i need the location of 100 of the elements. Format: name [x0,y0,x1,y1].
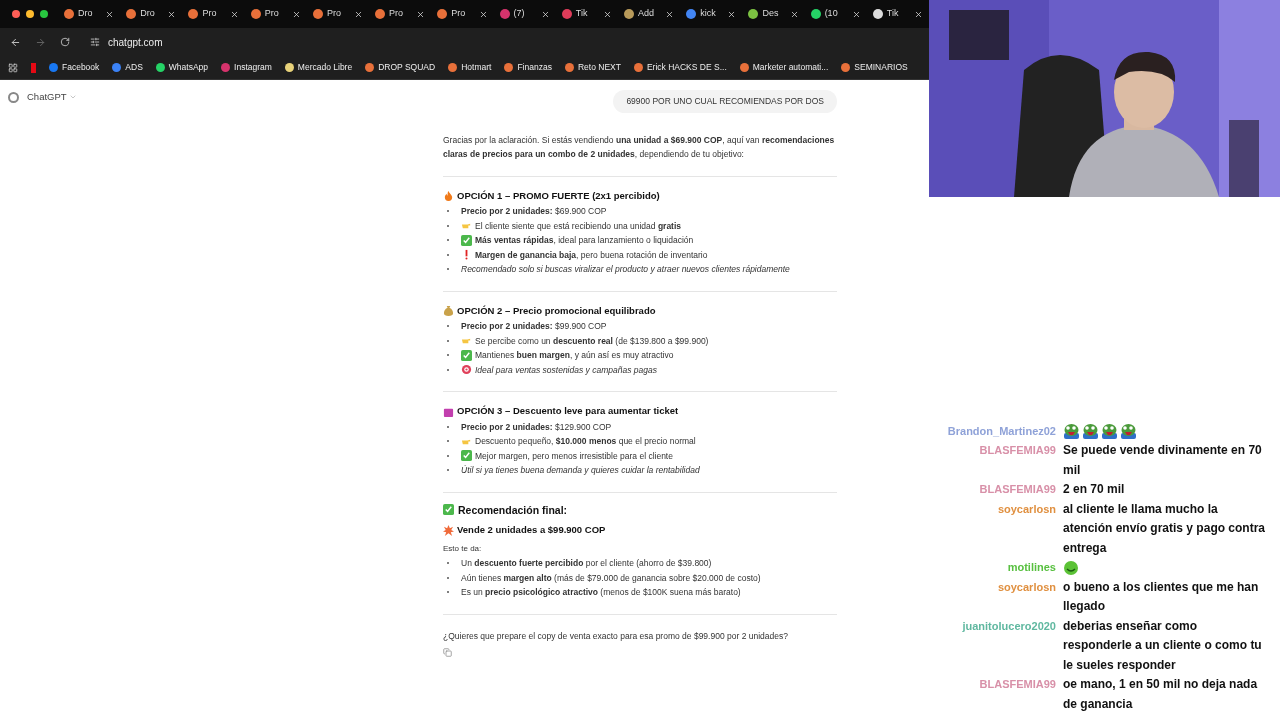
tab-title: (10 [824,7,839,21]
reload-icon[interactable] [60,37,70,47]
list-item: Mejor margen, pero menos irresistible para el cliente [475,449,673,463]
url-text: chatgpt.com [108,35,163,50]
bookmark[interactable]: WhatsApp [155,61,209,74]
minimize-window-icon[interactable] [26,10,34,18]
browser-tab[interactable]: Dro [120,2,183,26]
browser-tab[interactable]: kick [680,2,743,26]
tab-title: Pro [451,7,467,21]
bookmark[interactable]: Instagram [221,61,272,74]
check-icon [443,504,454,516]
browser-tab[interactable]: Dro [58,2,121,26]
frog-emote-icon [1120,423,1137,440]
bookmark-label: Finanzas [517,61,552,74]
close-tab-icon[interactable] [602,9,612,19]
bookmark[interactable]: ADS [112,61,143,74]
chat-message: Se puede vende divinamente en 70 mil [1063,442,1263,479]
chat-username: motilines [1006,560,1056,575]
bookmark[interactable]: Facebook [49,61,100,74]
tab-title: Tik [886,7,900,21]
bookmark[interactable]: SEMINARIOS [841,61,908,74]
chat-message: oe mano, 1 en 50 mil no deja nada de ganancia [1063,676,1259,713]
list-item: Mantienes buen margen, y aún así es muy atractivo [475,349,674,362]
browser-tab[interactable]: Pro [244,2,307,26]
list-item: Ideal para ventas sostenidas y campañas pagas [475,363,657,377]
bookmark[interactable]: Mercado Libre [284,61,353,74]
close-tab-icon[interactable] [789,9,799,19]
close-tab-icon[interactable] [727,9,737,19]
browser-tab[interactable]: (10 [804,2,867,26]
tab-title: (7) [513,7,526,21]
list-item: Precio por 2 unidades: $69.900 COP [461,205,607,218]
tab-title: Pro [389,7,405,21]
section-heading: OPCIÓN 3 – Descuento leve para aumentar ticket [457,404,679,418]
tab-title: Dro [78,7,94,21]
browser-tab[interactable]: Des [742,2,805,26]
list-item: Descuento pequeño, $10.000 menos que el precio normal [475,435,696,448]
chat-message: al cliente le llama mucho la atención envío gratis y pago contra entrega [1063,500,1267,557]
back-icon[interactable] [10,36,21,48]
list-item: Aún tienes margen alto (más de $79.000 de ganancia sobre $20.000 de costo) [461,571,761,585]
frog-emote-icon [1063,423,1080,440]
bookmark-label: Instagram [234,61,272,74]
close-tab-icon[interactable] [354,9,364,19]
chat-username: soycarlosn [996,579,1056,595]
close-tab-icon[interactable] [914,9,924,19]
browser-tab[interactable]: Pro [306,2,370,26]
list-item: Margen de ganancia baja, pero buena rotación de inventario [475,248,708,262]
browser-tab[interactable]: Add [617,2,681,26]
bookmark[interactable]: Finanzas [504,61,552,74]
bookmark[interactable]: Hotmart [448,61,492,74]
frog-emote-icon [1101,423,1118,440]
close-tab-icon[interactable] [540,9,550,19]
close-tab-icon[interactable] [167,9,177,19]
list-item: Precio por 2 unidades: $99.900 COP [461,320,607,333]
chat-username: soycarlosn [996,501,1056,517]
forward-icon[interactable] [35,36,46,48]
dart-target-icon [461,364,472,376]
close-tab-icon[interactable] [665,9,675,19]
list-item: Más ventas rápidas, ideal para lanzamiento o liquidación [475,234,694,247]
browser-tab[interactable]: (7) [493,2,556,26]
follow-up-question: ¿Quieres que prepare el copy de venta exacto para esa promo de $99.900 por 2 unidades? [443,629,789,643]
browser-tab[interactable]: Pro [369,2,432,26]
final-heading: Recomendación final: [458,502,568,517]
collision-icon [443,524,454,536]
close-tab-icon[interactable] [851,9,861,19]
tab-title: Pro [326,7,342,21]
response-paragraph: Gracias por la aclaración. Si estás vendiendo una unidad a $69.900 COP, aquí van recomendaciones claras de precios para un combo de 2 unidades, dependiendo de tu objetivo: [443,133,836,161]
site-settings-icon[interactable] [90,37,100,47]
bookmark-label: DROP SQUAD [378,61,436,74]
list-item: Precio por 2 unidades: $129.900 COP [461,420,612,434]
close-tab-icon[interactable] [105,9,115,19]
browser-tab[interactable]: Tik [866,2,930,26]
bookmark[interactable]: DROP SQUAD [365,61,436,74]
close-window-icon[interactable] [12,10,20,18]
list-item: Un descuento fuerte percibido por el cliente (ahorro de $39.800) [461,557,712,570]
maximize-window-icon[interactable] [40,10,48,18]
close-tab-icon[interactable] [291,9,301,19]
check-icon [461,349,472,361]
check-icon [461,450,472,462]
browser-tab[interactable]: Pro [182,2,245,26]
list-item: Se percibe como un descuento real (de $139.800 a $99.900) [475,334,709,348]
netflix-logo-icon[interactable] [31,62,36,73]
fire-icon [443,190,454,202]
model-selector[interactable]: ChatGPT [27,90,77,105]
tab-title: Add [637,7,655,21]
chat-username: Brandon_Martinez02 [946,423,1056,439]
bookmark-label: Mercado Libre [297,61,353,74]
browser-tab[interactable]: Tik [555,2,618,26]
close-tab-icon[interactable] [229,9,239,19]
chat-username: BLASFEMIA99 [978,482,1056,497]
bookmark-label: Reto NEXT [577,61,621,74]
chat-username: BLASFEMIA99 [978,443,1056,458]
bookmark[interactable]: Reto NEXT [564,61,621,74]
browser-tab[interactable]: Pro [431,2,494,26]
close-tab-icon[interactable] [416,9,426,19]
apps-grid-icon[interactable] [8,62,18,73]
tab-title: Pro [264,7,280,21]
close-tab-icon[interactable] [478,9,488,19]
bookmark-label: WhatsApp [168,61,209,74]
list-item: Útil si ya tienes buena demanda y quieres cuidar la rentabilidad [461,464,700,477]
tab-title: kick [700,7,717,21]
